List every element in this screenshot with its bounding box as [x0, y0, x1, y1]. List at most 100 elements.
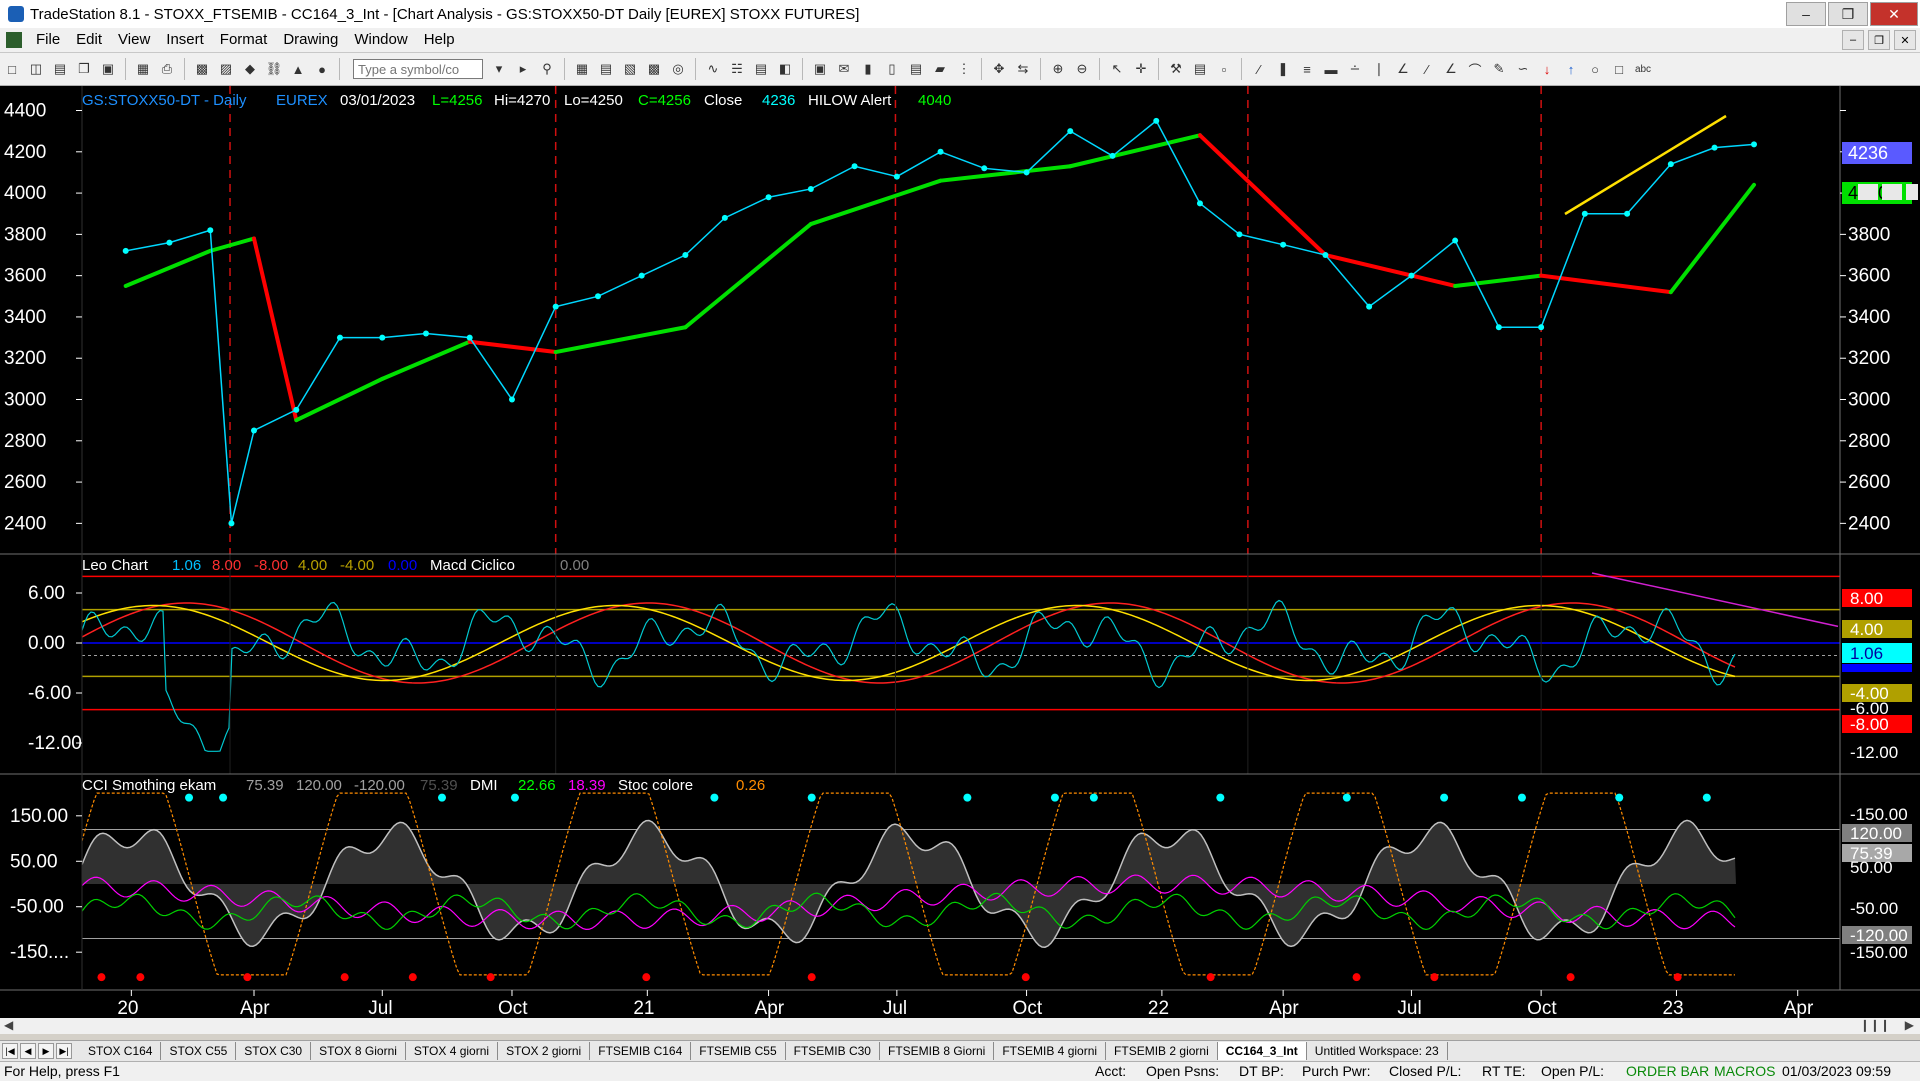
tick-icon[interactable]: ⋮ [954, 59, 974, 79]
dom-icon[interactable]: ▤ [906, 59, 926, 79]
radar-screen-icon[interactable]: ▣ [810, 59, 830, 79]
tab-stox-2-giorni[interactable]: STOX 2 giorni [498, 1042, 591, 1060]
tab-stox-4-giorni[interactable]: STOX 4 giorni [406, 1042, 499, 1060]
menu-help[interactable]: Help [416, 28, 463, 52]
move-icon[interactable]: ✥ [989, 59, 1009, 79]
status-macros[interactable]: MACROS [1714, 1063, 1775, 1079]
pencil-icon[interactable]: ✎ [1489, 59, 1509, 79]
chart-window[interactable]: 4400420042004000400038003800360036003400… [0, 86, 1920, 1032]
gann-icon[interactable]: ❘ [1369, 59, 1389, 79]
link-icon[interactable]: ⛓ [264, 59, 284, 79]
tab-ftsemib-4-giorni[interactable]: FTSEMIB 4 giorni [994, 1042, 1107, 1060]
horizontal-lines-icon[interactable]: ≡ [1297, 59, 1317, 79]
tab-ftsemib-c164[interactable]: FTSEMIB C164 [590, 1042, 692, 1060]
fibonacci-icon[interactable]: ∸ [1345, 59, 1365, 79]
arc-icon[interactable]: ⌒ [1465, 59, 1485, 79]
subchart-restore-button[interactable] [1882, 184, 1902, 200]
arrow-down-icon[interactable]: ↓ [1537, 59, 1557, 79]
tab-cc164-3-int[interactable]: CC164_3_Int [1217, 1042, 1307, 1060]
cursor-icon[interactable]: ↖ [1107, 59, 1127, 79]
help-icon[interactable]: ▫ [1214, 59, 1234, 79]
symbol-input[interactable] [353, 59, 483, 79]
crosshair-icon[interactable]: ✛ [1131, 59, 1151, 79]
menu-edit[interactable]: Edit [68, 28, 110, 52]
maximize-button[interactable]: ❐ [1828, 2, 1868, 26]
options-icon[interactable]: ◧ [775, 59, 795, 79]
tab-prev-icon[interactable]: ◀ [20, 1043, 36, 1059]
tab-stox-8-giorni[interactable]: STOX 8 Giorni [311, 1042, 406, 1060]
bar-chart-icon[interactable]: ▮ [858, 59, 878, 79]
menu-view[interactable]: View [110, 28, 158, 52]
chart-canvas[interactable]: 4400420042004000400038003800360036003400… [0, 86, 1920, 1032]
tab-stox-c164[interactable]: STOX C164 [80, 1042, 162, 1060]
mdi-minimize-button[interactable]: – [1842, 30, 1864, 50]
news-icon[interactable]: ✉ [834, 59, 854, 79]
copy-icon[interactable]: ❐ [74, 59, 94, 79]
activity-icon[interactable]: ▰ [930, 59, 950, 79]
analysis-icon[interactable]: ☵ [727, 59, 747, 79]
chart-icon[interactable]: ▲ [288, 59, 308, 79]
subchart-minimize-button[interactable] [1858, 184, 1878, 200]
tab-ftsemib-8-giorni[interactable]: FTSEMIB 8 Giorni [880, 1042, 995, 1060]
mdi-close-button[interactable]: ✕ [1894, 30, 1916, 50]
ellipse-icon[interactable]: ○ [1585, 59, 1605, 79]
radar-icon[interactable]: ◎ [668, 59, 688, 79]
menu-insert[interactable]: Insert [158, 28, 212, 52]
print-preview-icon[interactable]: ▦ [133, 59, 153, 79]
line-chart-icon[interactable]: ∿ [703, 59, 723, 79]
rectangle-icon[interactable]: □ [1609, 59, 1629, 79]
candle-icon[interactable]: ▯ [882, 59, 902, 79]
tab-last-icon[interactable]: ▶| [56, 1043, 72, 1059]
speed-lines-icon[interactable]: ∠ [1441, 59, 1461, 79]
new-window-icon[interactable]: ▤ [50, 59, 70, 79]
subchart-close-button[interactable] [1906, 184, 1918, 200]
symbol-lookup-icon[interactable]: ⚲ [537, 59, 557, 79]
channel-icon[interactable]: ▬ [1321, 59, 1341, 79]
color-icon[interactable]: ● [312, 59, 332, 79]
matrix-icon[interactable]: ▩ [644, 59, 664, 79]
scroll-left-icon[interactable]: ◀ [4, 1018, 13, 1032]
grid-icon[interactable]: ▦ [572, 59, 592, 79]
menu-drawing[interactable]: Drawing [275, 28, 346, 52]
save-icon[interactable]: ▣ [98, 59, 118, 79]
curve-icon[interactable]: ∽ [1513, 59, 1533, 79]
tab-ftsemib-c30[interactable]: FTSEMIB C30 [786, 1042, 880, 1060]
tab-first-icon[interactable]: |◀ [2, 1043, 18, 1059]
open-icon[interactable]: ◫ [26, 59, 46, 79]
scroll-right-icon[interactable]: ▶ [1905, 1018, 1914, 1032]
menu-file[interactable]: File [28, 28, 68, 52]
vertical-lines-icon[interactable]: ❚ [1273, 59, 1293, 79]
status-order-bar[interactable]: ORDER BAR [1626, 1063, 1709, 1079]
dropdown-arrow-icon[interactable]: ▾ [489, 59, 509, 79]
chart-doc-icon[interactable] [6, 32, 22, 48]
go-arrow-icon[interactable]: ▸ [513, 59, 533, 79]
window-cascade-icon[interactable]: ▨ [216, 59, 236, 79]
lock-icon[interactable]: ◆ [240, 59, 260, 79]
close-button[interactable]: ✕ [1870, 2, 1918, 26]
format-icon[interactable]: ▤ [1190, 59, 1210, 79]
zoom-in-icon[interactable]: ⊕ [1048, 59, 1068, 79]
zoom-out-icon[interactable]: ⊖ [1072, 59, 1092, 79]
mdi-restore-button[interactable]: ❐ [1868, 30, 1890, 50]
tab-ftsemib-c55[interactable]: FTSEMIB C55 [691, 1042, 786, 1060]
menu-format[interactable]: Format [212, 28, 276, 52]
minimize-button[interactable]: – [1786, 2, 1826, 26]
tab-next-icon[interactable]: ▶ [38, 1043, 54, 1059]
andrews-icon[interactable]: ∕ [1417, 59, 1437, 79]
calc-icon[interactable]: ▧ [620, 59, 640, 79]
window-tile-icon[interactable]: ▩ [192, 59, 212, 79]
horizontal-scrollbar[interactable]: ◀ ❙❙❙ ▶ [0, 1018, 1920, 1034]
trendline-icon[interactable]: ∕ [1249, 59, 1269, 79]
new-icon[interactable]: □ [2, 59, 22, 79]
tab-untitled-workspace[interactable]: Untitled Workspace: 23 [1307, 1042, 1448, 1060]
tab-ftsemib-2-giorni[interactable]: FTSEMIB 2 giorni [1106, 1042, 1218, 1060]
scroll-handle-icon[interactable]: ❙❙❙ [1860, 1018, 1890, 1032]
menu-window[interactable]: Window [346, 28, 415, 52]
expand-icon[interactable]: ⇆ [1013, 59, 1033, 79]
arrow-up-icon[interactable]: ↑ [1561, 59, 1581, 79]
tab-stox-c55[interactable]: STOX C55 [161, 1042, 237, 1060]
angle-icon[interactable]: ∠ [1393, 59, 1413, 79]
scanner-icon[interactable]: ▤ [751, 59, 771, 79]
print-icon[interactable]: ⎙ [157, 59, 177, 79]
tab-stox-c30[interactable]: STOX C30 [236, 1042, 312, 1060]
